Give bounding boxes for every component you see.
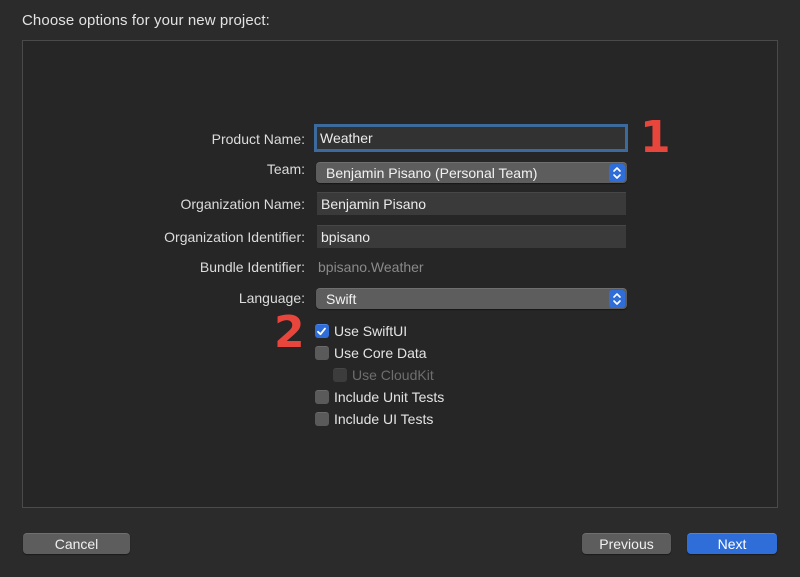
checkbox-box [315, 390, 329, 404]
up-down-chevron-icon [609, 290, 625, 308]
use-swiftui-label: Use SwiftUI [334, 323, 408, 339]
language-popup-value: Swift [326, 291, 357, 307]
include-unit-tests-label: Include Unit Tests [334, 389, 445, 405]
include-ui-tests-checkbox[interactable]: Include UI Tests [315, 410, 433, 428]
checkbox-box [315, 412, 329, 426]
product-name-field[interactable] [314, 124, 628, 152]
include-unit-tests-checkbox[interactable]: Include Unit Tests [315, 388, 444, 406]
organization-name-label: Organization Name: [180, 196, 305, 212]
cancel-button[interactable]: Cancel [23, 533, 130, 554]
organization-identifier-field[interactable] [317, 225, 626, 248]
use-swiftui-checkbox[interactable]: Use SwiftUI [315, 322, 407, 340]
language-label: Language: [238, 290, 305, 306]
checkmark-icon [315, 324, 329, 338]
next-button[interactable]: Next [687, 533, 777, 554]
use-core-data-label: Use Core Data [334, 345, 427, 361]
product-name-label: Product Name: [211, 131, 305, 147]
dialog-title: Choose options for your new project: [22, 12, 270, 29]
checkbox-box [315, 346, 329, 360]
use-cloudkit-label: Use CloudKit [352, 367, 434, 383]
annotation-number-2: 2 [274, 307, 305, 358]
up-down-chevron-icon [609, 164, 625, 182]
new-project-options-dialog: Choose options for your new project: Pro… [0, 0, 800, 577]
bundle-identifier-value: bpisano.Weather [318, 259, 424, 275]
annotation-number-1: 1 [640, 112, 671, 163]
organization-identifier-label: Organization Identifier: [164, 229, 305, 245]
use-cloudkit-checkbox: Use CloudKit [333, 366, 434, 384]
bundle-identifier-label: Bundle Identifier: [199, 259, 305, 275]
include-ui-tests-label: Include UI Tests [334, 411, 434, 427]
language-popup[interactable]: Swift [316, 288, 627, 309]
checkbox-box [333, 368, 347, 382]
organization-name-field[interactable] [317, 192, 626, 215]
team-popup-value: Benjamin Pisano (Personal Team) [326, 165, 538, 181]
team-popup[interactable]: Benjamin Pisano (Personal Team) [316, 162, 627, 183]
previous-button[interactable]: Previous [582, 533, 671, 554]
use-core-data-checkbox[interactable]: Use Core Data [315, 344, 427, 362]
team-label: Team: [266, 161, 305, 177]
